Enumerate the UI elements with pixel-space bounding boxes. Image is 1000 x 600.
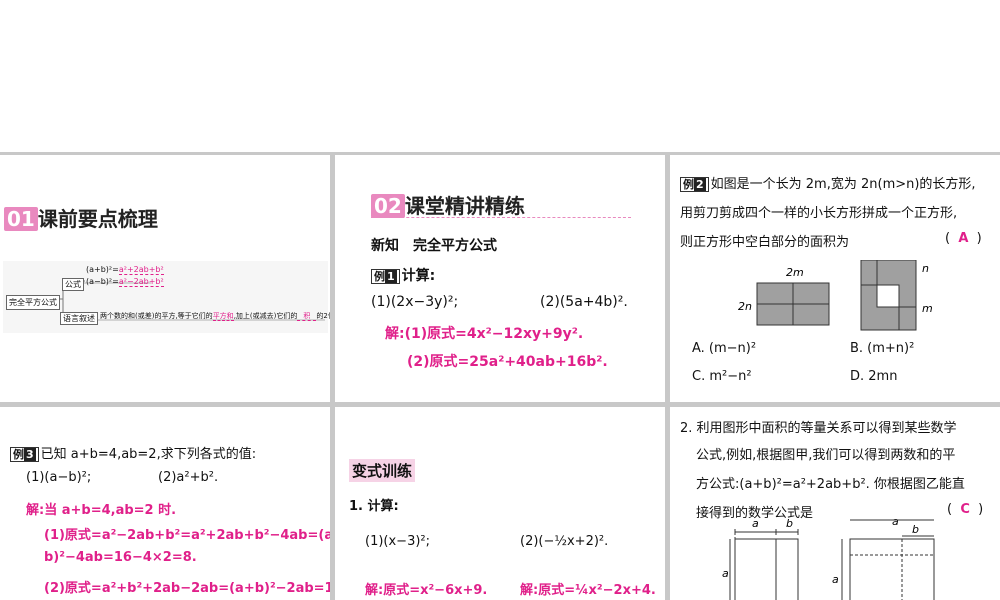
svg-text:b: b: [786, 517, 793, 530]
label-2n: 2n: [738, 300, 752, 313]
label-2m: 2m: [786, 266, 804, 279]
solution-2: (2)原式=25a²+40ab+16b².: [407, 354, 608, 370]
answer-value: A: [958, 231, 969, 246]
solution-2: 解:原式=¼x²−2x+4.: [520, 583, 656, 598]
question-line2: 公式,例如,根据图甲,我们可以得到两数和的平: [696, 448, 956, 463]
variant-title: 变式训练: [349, 459, 416, 482]
panel-key-points: 01 课前要点梳理 完全平方公式 公式 (a+b)²=a²+2ab+b² (a−b…: [0, 155, 330, 402]
answer-bracket: ( A ): [945, 231, 982, 246]
section-heading: 02 课堂精讲精练: [371, 190, 525, 219]
example-2-figure: 2m 2n n m: [738, 260, 933, 331]
example-tag: 例2: [680, 177, 709, 192]
panel-question-2: 2. 利用图形中面积的等量关系可以得到某些数学 公式,例如,根据图甲,我们可以得…: [670, 407, 1000, 600]
solution-1: 解:原式=x²−6x+9.: [365, 583, 488, 598]
question-1: (1)(a−b)²;: [26, 470, 92, 485]
question-line3: 方公式:(a+b)²=a²+2ab+b². 你根据图乙能直: [696, 477, 965, 492]
solution-1: 解:(1)原式=4x²−12xy+9y².: [385, 326, 584, 342]
section-badge: 01: [4, 207, 38, 231]
panel-class-practice: 02 课堂精讲精练 新知 完全平方公式 例 1 计算: (1)(2x−3y)²; (2…: [335, 155, 665, 402]
panel-example-2: 例 2 如图是一个长为 2m,宽为 2n(m>n)的长方形, 用剪刀剪成四个一样的小…: [670, 155, 1000, 402]
solution-2: (2)原式=a²+b²+2ab−2ab=(a+b)²−2ab=16: [44, 581, 330, 596]
svg-text:a: a: [892, 517, 899, 528]
option-a: A. (m−n)²: [692, 341, 757, 356]
question-2: (2)(5a+4b)².: [540, 294, 628, 310]
section-title: 课前要点梳理: [37, 207, 158, 231]
mindmap-formula-sum: (a+b)²=a²+2ab+b²: [86, 265, 164, 275]
label-n: n: [922, 262, 929, 275]
figure-jia: a b a: [722, 517, 799, 600]
example-tag: 例1: [371, 269, 400, 284]
example-tag: 例3: [10, 447, 39, 462]
svg-text:a: a: [752, 517, 759, 530]
answer-bracket: ( C ): [947, 502, 984, 517]
panel-variant-training: 变式训练 1. 计算: (1)(x−3)²; (2)(−½x+2)². 解:原式…: [335, 407, 665, 600]
question-1: (1)(x−3)²;: [365, 534, 431, 549]
mindmap-branch-formula: 公式: [62, 278, 84, 291]
item-1: 1. 计算:: [349, 499, 399, 514]
label-m: m: [922, 302, 933, 315]
solution-1-line2: b)²−4ab=16−4×2=8.: [44, 550, 197, 565]
svg-text:b: b: [912, 523, 919, 536]
svg-text:a: a: [722, 567, 729, 580]
question-line1: 2. 利用图形中面积的等量关系可以得到某些数学: [680, 421, 957, 436]
figure-yi: a b a: [832, 517, 935, 600]
solution-1-line1: (1)原式=a²−2ab+b²=a²+2ab+b²−4ab=(a+: [44, 528, 330, 543]
example-1-prompt: 例 1 计算:: [371, 265, 435, 285]
square-figure: [860, 260, 917, 331]
heading-divider: [371, 217, 631, 218]
figure-jia-yi: a b a a b a: [722, 517, 935, 600]
example-2-line1: 例 2 如图是一个长为 2m,宽为 2n(m>n)的长方形,: [680, 173, 976, 192]
mindmap-root: 完全平方公式: [6, 295, 60, 310]
example-2-line2: 用剪刀剪成四个一样的小长方形拼成一个正方形,: [680, 206, 958, 221]
example-3-line1: 例 3 已知 a+b=4,ab=2,求下列各式的值:: [10, 443, 256, 462]
section-badge: 02: [371, 194, 405, 218]
mindmap-branch-statement: 语言叙述: [60, 312, 98, 325]
subheading: 新知 完全平方公式: [371, 238, 497, 254]
option-c: C. m²−n²: [692, 369, 752, 384]
section-heading: 01 课前要点梳理: [4, 203, 158, 232]
panel-example-3: 例 3 已知 a+b=4,ab=2,求下列各式的值: (1)(a−b)²; (2)a…: [0, 407, 330, 600]
question-2: (2)a²+b².: [158, 470, 219, 485]
question-2: (2)(−½x+2)².: [520, 534, 609, 549]
mindmap-statement: 两个数的和(或差)的平方,等于它们的平方和,加上(或减去)它们的积的2倍: [100, 312, 330, 321]
section-title: 课堂精讲精练: [404, 194, 525, 218]
example-2-line3: 则正方形中空白部分的面积为: [680, 235, 850, 250]
mindmap-formula-diff: (a−b)²=a²−2ab+b²: [86, 277, 164, 287]
solution-intro: 解:当 a+b=4,ab=2 时.: [26, 503, 177, 518]
option-b: B. (m+n)²: [850, 341, 915, 356]
answer-value: C: [960, 502, 970, 517]
svg-text:a: a: [832, 573, 839, 586]
option-d: D. 2mn: [850, 369, 898, 384]
question-1: (1)(2x−3y)²;: [371, 294, 459, 310]
